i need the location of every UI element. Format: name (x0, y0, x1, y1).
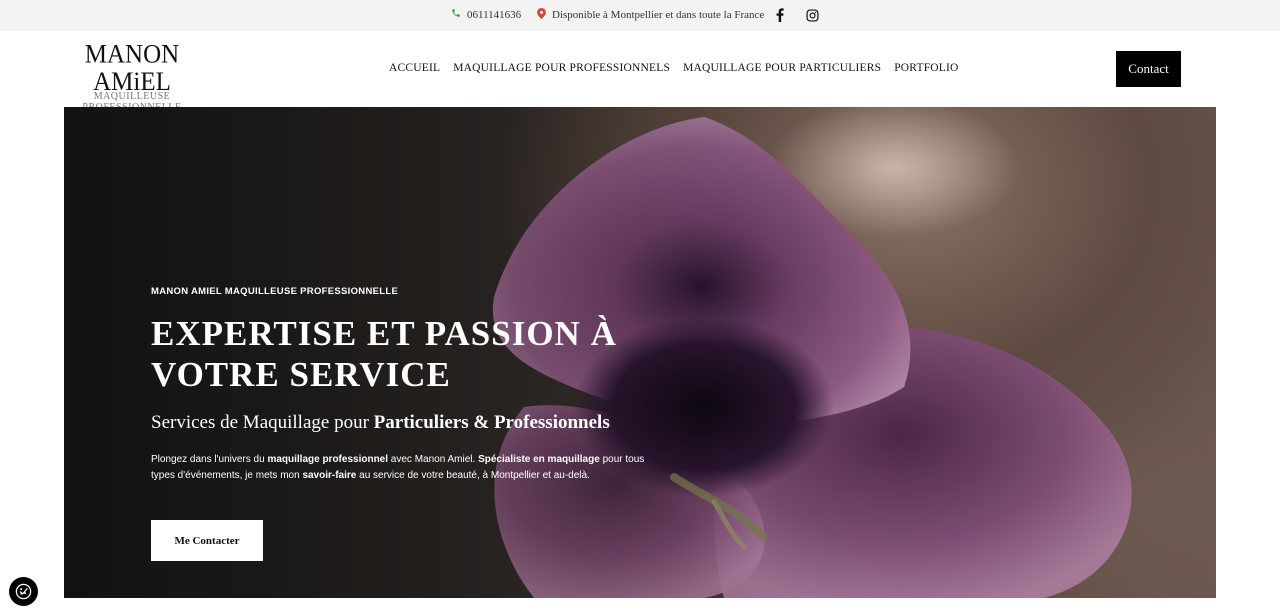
hero-title: EXPERTISE ET PASSION À VOTRE SERVICE (151, 314, 617, 394)
location-text: Disponible à Montpellier et dans toute l… (552, 9, 765, 21)
nav-item-portfolio[interactable]: PORTFOLIO (894, 62, 958, 74)
hero-kicker: MANON AMIEL MAQUILLEUSE PROFESSIONNELLE (151, 286, 399, 297)
hero-subtitle: Services de Maquillage pour Particuliers… (151, 412, 610, 434)
desc-part-1: Plongez dans l'univers du (151, 454, 268, 465)
instagram-icon[interactable] (804, 7, 820, 23)
hero-subtitle-plain: Services de Maquillage pour (151, 412, 374, 433)
hero-banner: MANON AMIEL MAQUILLEUSE PROFESSIONNELLE … (64, 107, 1216, 598)
nav-item-maquillage-particuliers[interactable]: MAQUILLAGE POUR PARTICULIERS (683, 62, 881, 74)
desc-bold-3: savoir-faire (302, 470, 357, 481)
hero-description: Plongez dans l'univers du maquillage pro… (151, 452, 651, 484)
phone-icon (451, 8, 461, 21)
desc-part-2: avec Manon Amiel. (388, 454, 479, 465)
logo-name: MANON AMiEL (84, 40, 180, 97)
phone-number: 0611141636 (467, 8, 522, 21)
me-contacter-button[interactable]: Me Contacter (151, 520, 263, 561)
hero-subtitle-bold: Particuliers & Professionnels (373, 412, 610, 433)
desc-bold-1: maquillage professionnel (267, 454, 389, 465)
phone-link[interactable]: 0611141636 (451, 8, 521, 21)
contact-button[interactable]: Contact (1116, 51, 1181, 87)
main-nav: ACCUEIL MAQUILLAGE POUR PROFESSIONNELS M… (389, 62, 959, 74)
nav-item-accueil[interactable]: ACCUEIL (389, 62, 440, 74)
map-pin-icon (537, 8, 546, 22)
facebook-icon[interactable] (772, 7, 788, 23)
site-header: MANON AMiEL MAQUILLEUSE PROFESSIONNELLE … (0, 31, 1280, 122)
desc-bold-2: Spécialiste en maquillage (478, 454, 600, 465)
top-info-bar: 0611141636 Disponible à Montpellier et d… (0, 0, 1280, 31)
nav-item-maquillage-professionnels[interactable]: MAQUILLAGE POUR PROFESSIONNELS (453, 62, 670, 74)
cookie-settings-icon[interactable] (9, 577, 38, 606)
location-info: Disponible à Montpellier et dans toute l… (537, 8, 764, 22)
desc-part-4: au service de votre beauté, à Montpellie… (356, 470, 590, 481)
